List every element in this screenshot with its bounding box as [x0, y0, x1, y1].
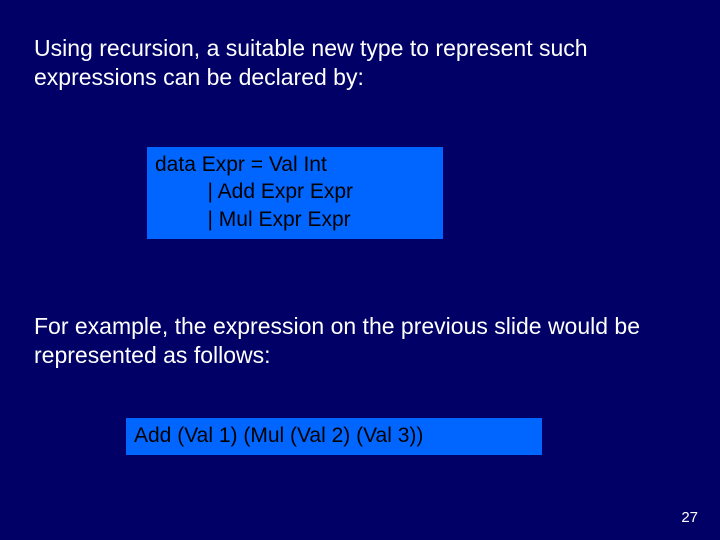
example-paragraph: For example, the expression on the previ…: [34, 312, 674, 370]
code-line: data Expr = Val Int: [155, 153, 327, 176]
code-line: Add (Val 1) (Mul (Val 2) (Val 3)): [134, 424, 423, 447]
code-block-expr-definition: data Expr = Val Int | Add Expr Expr | Mu…: [147, 147, 443, 239]
intro-paragraph: Using recursion, a suitable new type to …: [34, 34, 674, 92]
code-line: | Add Expr Expr: [155, 180, 353, 203]
code-line: | Mul Expr Expr: [155, 208, 351, 231]
slide: Using recursion, a suitable new type to …: [0, 0, 720, 540]
code-block-expr-example: Add (Val 1) (Mul (Val 2) (Val 3)): [126, 418, 542, 455]
page-number: 27: [681, 509, 698, 526]
